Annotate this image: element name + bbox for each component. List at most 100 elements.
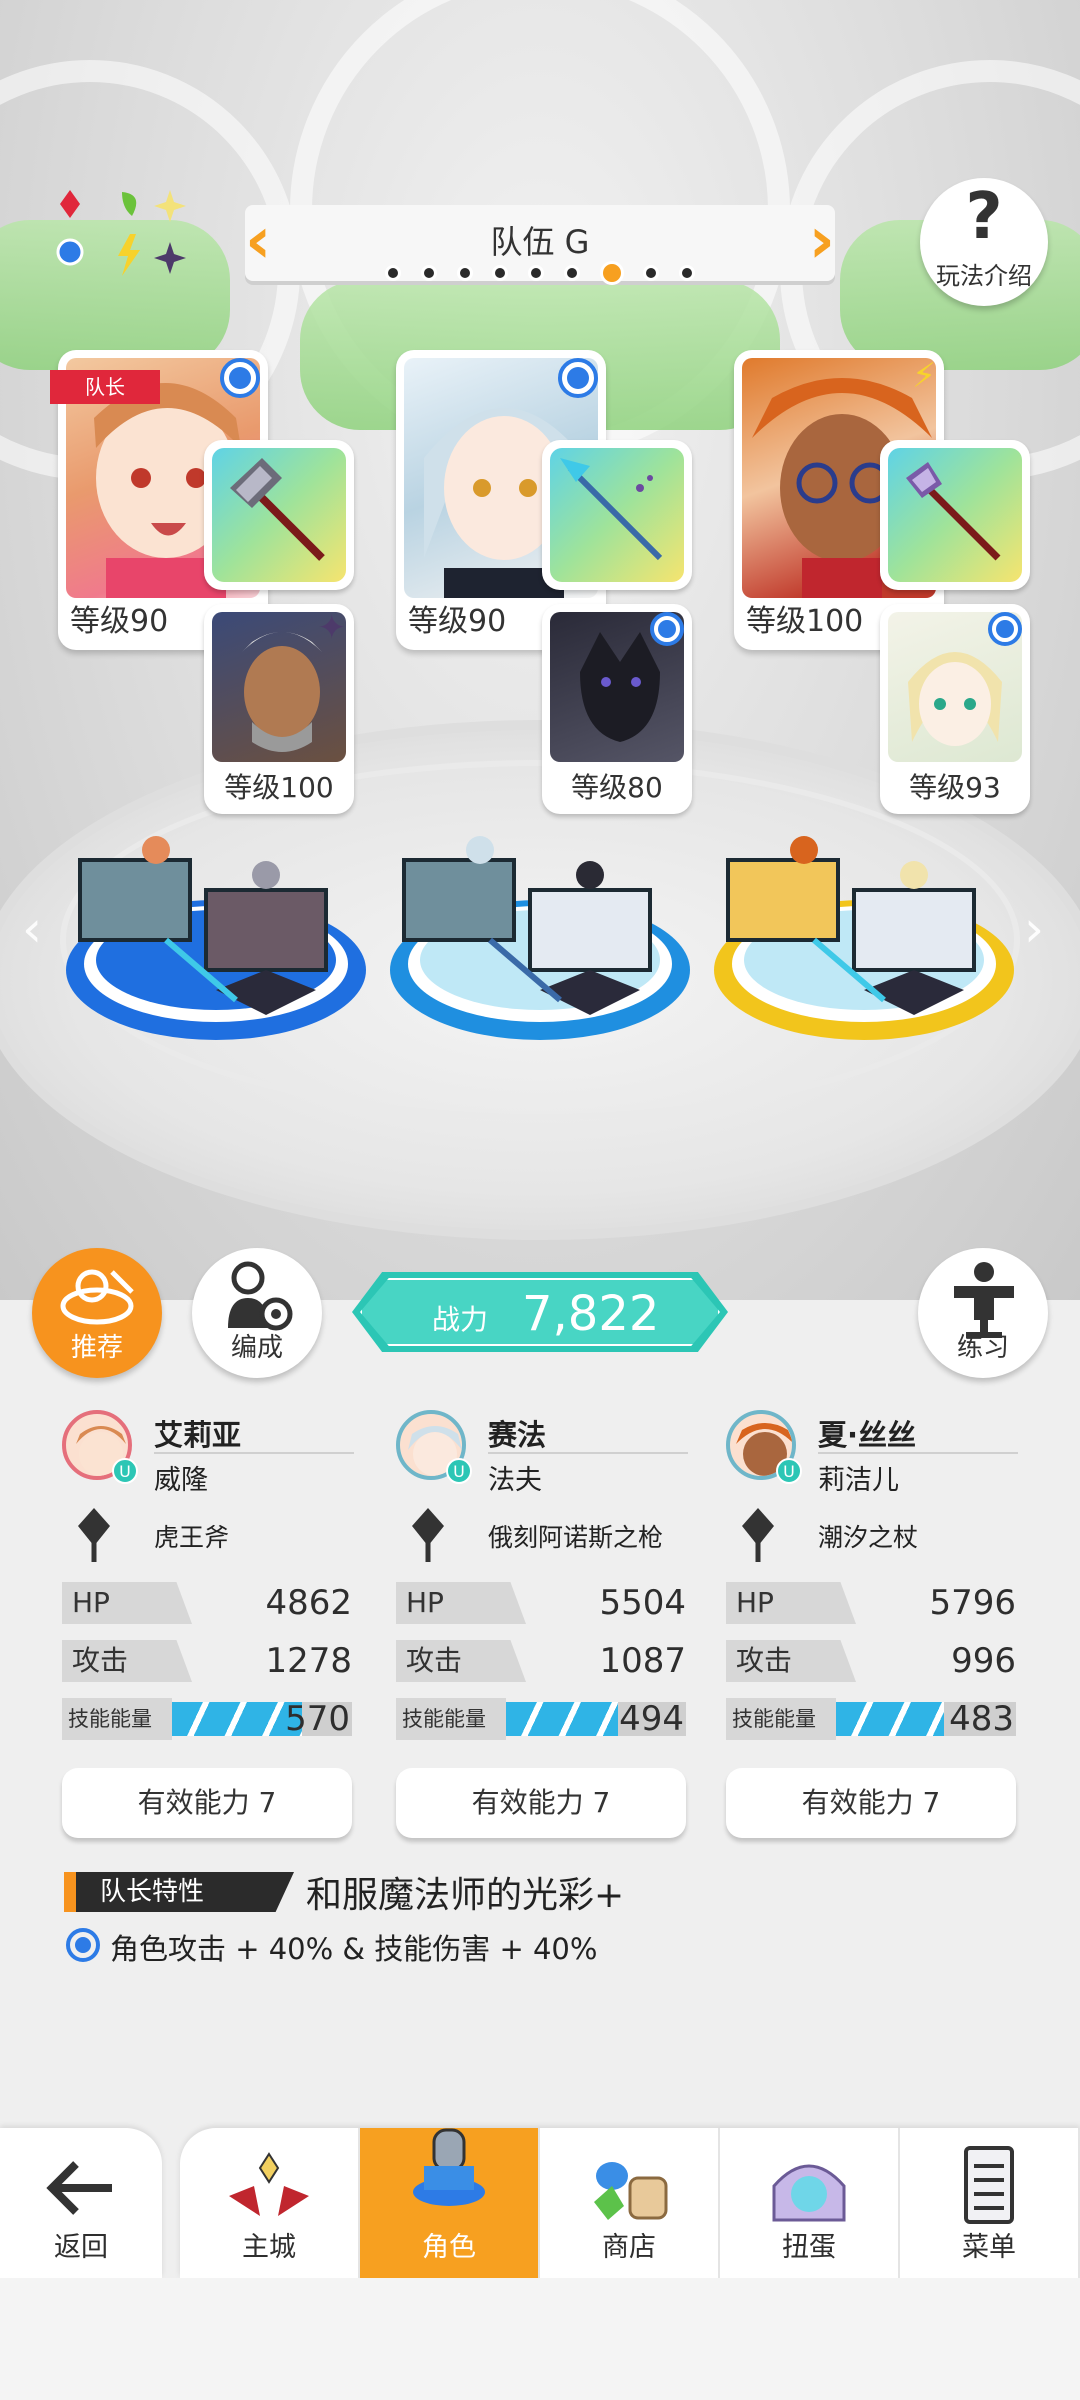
sub-character-level: 等级100 [224,771,334,804]
back-label: 返回 [54,2232,108,2263]
formation-icon [228,1261,293,1331]
help-button[interactable]: ? 玩法介绍 [920,178,1048,306]
team-page-dot[interactable] [679,265,695,281]
tab-shop[interactable]: 商店 [540,2128,720,2278]
leader-trait-name: 和服魔法师的光彩+ [306,1875,625,1916]
skill-energy-row: 技能能量 494 [396,1698,686,1740]
element-chart-icon[interactable] [52,190,192,280]
tab-label: 商店 [602,2232,656,2263]
team-page-dot[interactable] [563,265,580,281]
combat-power-value: 7,822 [522,1286,660,1342]
recommend-button[interactable]: 推荐 [32,1248,162,1378]
combat-power-panel: 战力 7,822 [352,1272,728,1352]
hp-label: HP [396,1582,526,1624]
attack-value: 996 [951,1641,1016,1681]
sub-character-name: 莉洁儿 [818,1465,899,1496]
divider [488,1452,688,1454]
team-page-dot[interactable] [420,265,437,281]
scene-right-arrow[interactable]: › [1024,900,1044,958]
attack-value: 1278 [265,1641,352,1681]
sub-character-card-3[interactable]: 等级93 [880,604,1030,814]
gacha-icon [772,2164,846,2222]
combat-power-label: 战力 [432,1303,489,1336]
effective-ability-button[interactable]: 有效能力 7 [726,1768,1016,1838]
shop-icon [594,2162,668,2220]
formation-button[interactable]: 编成 [192,1248,322,1378]
leader-tag: 队长 [50,370,160,404]
team-page-dot[interactable] [456,265,473,281]
hp-value: 5504 [599,1583,686,1623]
hp-label: HP [726,1582,856,1624]
menu-icon [964,2146,1014,2224]
hp-value: 4862 [265,1583,352,1623]
question-icon: ? [965,180,1003,254]
water-element-icon [220,358,260,398]
weapon-card-2[interactable] [542,440,692,590]
main-city-icon [229,2152,309,2216]
attack-label: 攻击 [62,1640,192,1682]
pedestal-1[interactable] [56,820,376,1050]
team-page-dot[interactable] [528,265,544,281]
formation-label: 编成 [230,1333,283,1363]
unit-badge-icon: U [446,1458,472,1484]
character-icon [413,2128,485,2206]
hp-row: HP 5504 [396,1582,686,1624]
water-element-icon [988,612,1022,646]
weapon-card-3[interactable] [880,440,1030,590]
skill-energy-label: 技能能量 [396,1698,506,1740]
character-level: 等级90 [408,604,507,639]
skill-energy-label: 技能能量 [726,1698,836,1740]
scene-left-arrow[interactable]: ‹ [22,900,42,958]
team-page-dot[interactable] [492,265,509,281]
tab-main-city[interactable]: 主城 [180,2128,360,2278]
weapon-icon [742,1508,774,1562]
water-element-icon [650,612,684,646]
pedestal-2[interactable] [380,820,700,1050]
back-arrow-icon [46,2161,112,2215]
tab-label: 扭蛋 [782,2232,836,2263]
attack-label: 攻击 [726,1640,856,1682]
effective-ability-button[interactable]: 有效能力 7 [62,1768,352,1838]
hp-row: HP 5796 [726,1582,1016,1624]
hp-value: 5796 [929,1583,1016,1623]
character-level: 等级100 [746,604,864,639]
attack-row: 攻击 1087 [396,1640,686,1682]
tab-character[interactable]: 角色 [360,2128,540,2278]
skill-energy-fill [172,1702,302,1736]
attack-value: 1087 [599,1641,686,1681]
axe-icon [212,448,346,582]
team-page-dot[interactable] [599,261,624,285]
sub-character-name: 法夫 [488,1465,542,1496]
recommend-icon [60,1269,134,1325]
practice-button[interactable]: 练习 [918,1248,1048,1378]
tab-label: 主城 [242,2232,296,2263]
character-name: 艾莉亚 [154,1418,242,1452]
character-level: 等级90 [70,604,169,639]
combat-power-inner: 战力 7,822 [360,1278,720,1346]
unit-badge-icon: U [776,1458,802,1484]
team-next-arrow[interactable]: › [809,203,835,279]
sub-character-card-2[interactable]: 等级80 [542,604,692,814]
tab-gacha[interactable]: 扭蛋 [720,2128,900,2278]
water-element-icon [558,358,598,398]
team-selector: ‹ 队伍 G › [245,203,835,285]
team-page-dot[interactable] [643,265,660,281]
effective-ability-button[interactable]: 有效能力 7 [396,1768,686,1838]
leader-trait-description: 角色攻击 + 40% & 技能伤害 + 40% [110,1932,598,1966]
team-page-dot[interactable] [385,265,401,281]
lightning-element-icon: ⚡ [912,356,936,396]
sub-character-card-1[interactable]: ✦ 等级100 [204,604,354,814]
attack-row: 攻击 996 [726,1640,1016,1682]
team-page-dots [385,261,695,285]
pedestal-3[interactable] [704,820,1024,1050]
skill-energy-row: 技能能量 570 [62,1698,352,1740]
tab-menu[interactable]: 菜单 [900,2128,1080,2278]
attack-row: 攻击 1278 [62,1640,352,1682]
weapon-card-1[interactable] [204,440,354,590]
sub-character-level: 等级80 [571,771,663,804]
weapon-name: 虎王斧 [154,1523,230,1552]
sub-character-level: 等级93 [909,771,1001,804]
skill-energy-fill [836,1702,944,1736]
back-button[interactable]: 返回 [0,2128,162,2278]
skill-energy-label: 技能能量 [62,1698,172,1740]
